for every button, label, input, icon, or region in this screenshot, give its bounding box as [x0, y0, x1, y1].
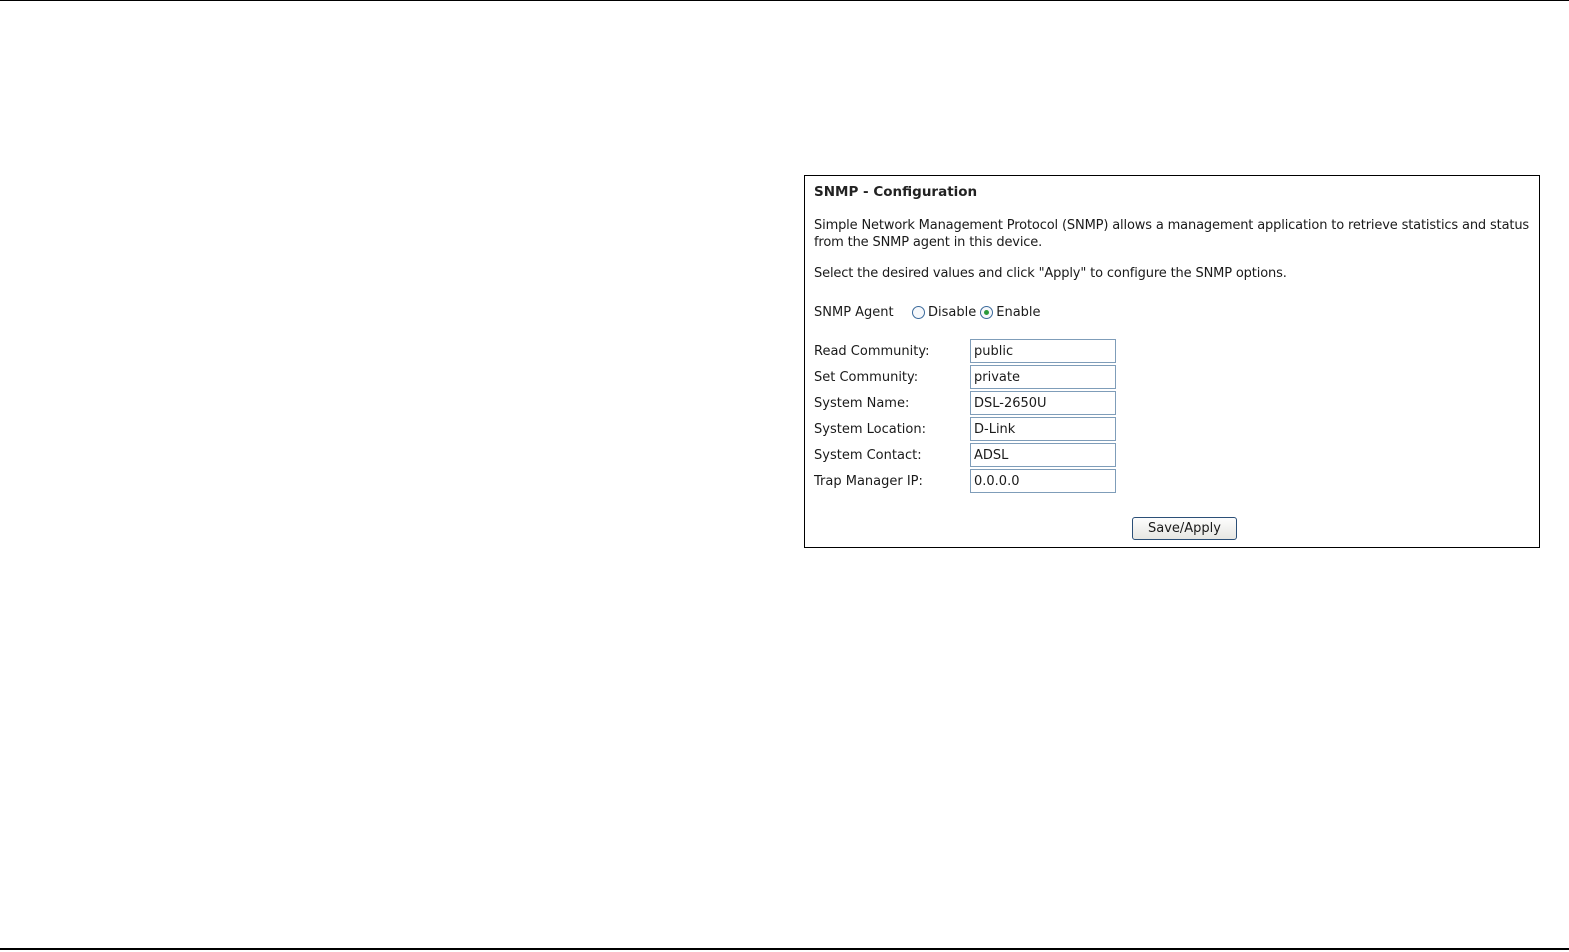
trap-manager-ip-row: Trap Manager IP:: [814, 469, 1116, 493]
system-name-input[interactable]: [970, 391, 1116, 415]
system-location-label: System Location:: [814, 421, 926, 437]
system-name-row: System Name:: [814, 391, 1116, 415]
system-location-row: System Location:: [814, 417, 1116, 441]
snmp-agent-disable-option[interactable]: Disable: [912, 305, 976, 320]
page-top-rule: [0, 0, 1569, 1]
set-community-input[interactable]: [970, 365, 1116, 389]
read-community-label: Read Community:: [814, 343, 930, 359]
snmp-agent-disable-radio[interactable]: [912, 305, 925, 319]
snmp-instruction: Select the desired values and click "App…: [814, 266, 1287, 281]
set-community-row: Set Community:: [814, 365, 1116, 389]
set-community-label: Set Community:: [814, 369, 919, 385]
trap-manager-ip-input[interactable]: [970, 469, 1116, 493]
system-contact-input[interactable]: [970, 443, 1116, 467]
page-title: SNMP - Configuration: [814, 184, 978, 200]
read-community-input[interactable]: [970, 339, 1116, 363]
snmp-agent-label: SNMP Agent: [814, 304, 894, 320]
snmp-configuration-panel: SNMP - Configuration Simple Network Mana…: [804, 175, 1540, 548]
snmp-agent-row: SNMP Agent Disable Enable: [814, 303, 1045, 321]
system-name-label: System Name:: [814, 395, 910, 411]
read-community-row: Read Community:: [814, 339, 1116, 363]
snmp-agent-enable-option[interactable]: Enable: [980, 304, 1041, 320]
save-apply-button[interactable]: Save/Apply: [1132, 517, 1237, 540]
snmp-agent-enable-radio[interactable]: [980, 305, 994, 319]
snmp-agent-enable-label: Enable: [996, 304, 1041, 320]
system-contact-label: System Contact:: [814, 447, 922, 463]
system-contact-row: System Contact:: [814, 443, 1116, 467]
trap-manager-ip-label: Trap Manager IP:: [814, 473, 923, 489]
system-location-input[interactable]: [970, 417, 1116, 441]
page-bottom-rule: [0, 948, 1569, 950]
snmp-description: Simple Network Management Protocol (SNMP…: [814, 218, 1530, 250]
snmp-agent-disable-label: Disable: [928, 304, 977, 320]
